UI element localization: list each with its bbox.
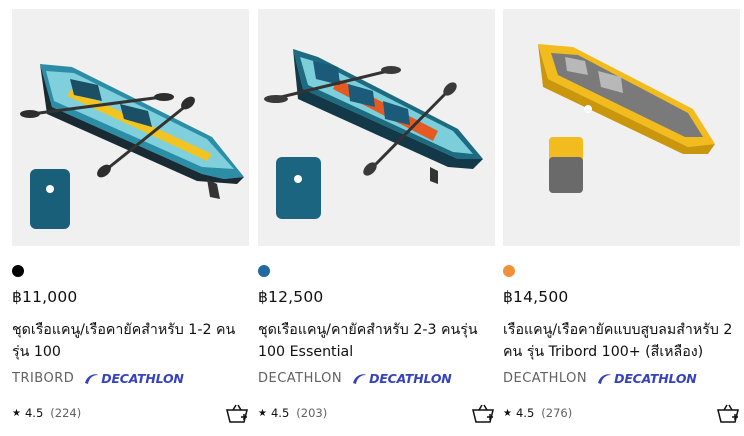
product-image[interactable] <box>503 9 740 246</box>
product-price: ฿11,000 <box>12 288 78 306</box>
brand-row: TRIBORD DECATHLON <box>12 371 184 386</box>
review-count: (276) <box>541 406 573 420</box>
rating-value: 4.5 <box>24 406 44 420</box>
add-to-cart-button[interactable] <box>716 402 740 426</box>
decathlon-swoosh-icon <box>598 373 612 384</box>
star-icon: ★ <box>503 407 512 419</box>
add-to-cart-icon <box>226 404 248 423</box>
add-to-cart-button[interactable] <box>471 402 495 426</box>
rating-value: 4.5 <box>270 406 290 420</box>
kayak-image-blue <box>264 49 483 219</box>
kayak-image-yellow <box>538 44 715 193</box>
brand-name: DECATHLON <box>258 371 343 386</box>
product-price: ฿12,500 <box>258 288 324 306</box>
brand-row: DECATHLON DECATHLON <box>258 371 452 386</box>
color-swatch[interactable] <box>503 265 515 277</box>
color-swatch[interactable] <box>258 265 270 277</box>
product-price: ฿14,500 <box>503 288 569 306</box>
decathlon-logo: DECATHLON <box>351 371 452 386</box>
decathlon-swoosh-icon <box>85 373 99 384</box>
add-to-cart-icon <box>717 404 739 423</box>
brand-name: DECATHLON <box>503 371 588 386</box>
star-icon: ★ <box>12 407 21 419</box>
product-image[interactable] <box>12 9 249 246</box>
review-count: (224) <box>50 406 82 420</box>
product-title[interactable]: ชุดเรือแคนู/คายัคสำหรับ 2-3 คนรุ่น 100 E… <box>258 319 495 363</box>
product-card[interactable]: ฿14,500 เรือแคนู/เรือคายัคแบบสูบลมสำหรับ… <box>503 9 740 436</box>
add-to-cart-button[interactable] <box>225 402 249 426</box>
decathlon-logo: DECATHLON <box>596 371 697 386</box>
product-title[interactable]: ชุดเรือแคนู/เรือคายัคสำหรับ 1-2 คน รุ่น … <box>12 319 249 363</box>
product-rating: ★ 4.5 (224) <box>12 406 81 420</box>
brand-name: TRIBORD <box>12 371 75 386</box>
product-rating: ★ 4.5 (203) <box>258 406 327 420</box>
product-card[interactable]: ฿12,500 ชุดเรือแคนู/คายัคสำหรับ 2-3 คนรุ… <box>258 9 495 436</box>
decathlon-logo: DECATHLON <box>83 371 184 386</box>
decathlon-swoosh-icon <box>353 373 367 384</box>
product-card[interactable]: ฿11,000 ชุดเรือแคนู/เรือคายัคสำหรับ 1-2 … <box>12 9 249 436</box>
product-title[interactable]: เรือแคนู/เรือคายัคแบบสูบลมสำหรับ 2 คน รุ… <box>503 319 740 363</box>
rating-value: 4.5 <box>515 406 535 420</box>
product-rating: ★ 4.5 (276) <box>503 406 572 420</box>
star-icon: ★ <box>258 407 267 419</box>
kayak-image-teal <box>20 64 244 229</box>
review-count: (203) <box>296 406 328 420</box>
color-swatch[interactable] <box>12 265 24 277</box>
brand-row: DECATHLON DECATHLON <box>503 371 697 386</box>
product-image[interactable] <box>258 9 495 246</box>
add-to-cart-icon <box>472 404 494 423</box>
